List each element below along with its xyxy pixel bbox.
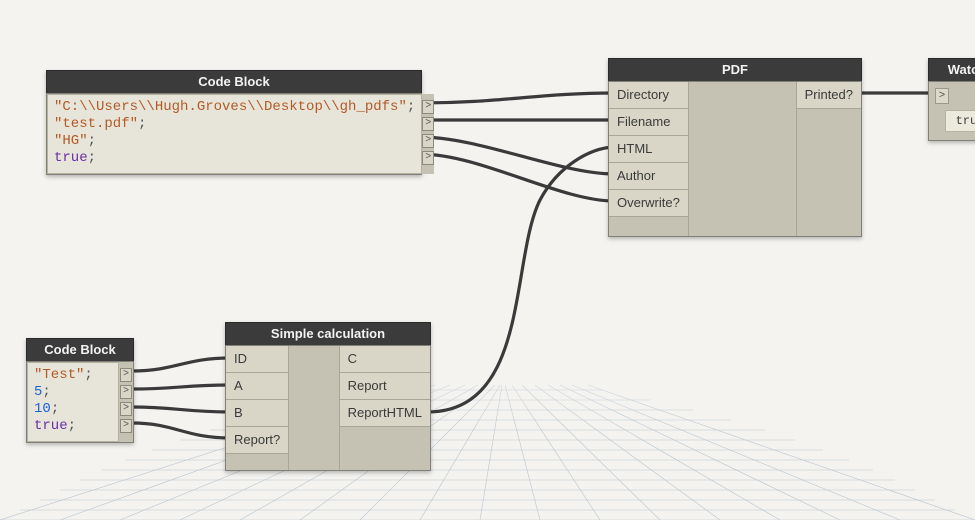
code-area[interactable]: "Test"; 5; 10; true;	[27, 362, 119, 442]
input-port-id[interactable]: ID	[226, 346, 288, 373]
watch-in-port-icon[interactable]: >	[935, 88, 949, 104]
node-title: Simple calculation	[225, 322, 431, 345]
input-port-directory[interactable]: Directory	[609, 82, 688, 109]
watch-value: true	[945, 110, 975, 132]
input-port-overwrite[interactable]: Overwrite?	[609, 190, 688, 217]
node-title: Code Block	[46, 70, 422, 93]
output-port-icon[interactable]: >	[422, 98, 434, 115]
pdf-node[interactable]: PDF DirectoryFilenameHTMLAuthorOverwrite…	[608, 58, 862, 237]
output-port-icon[interactable]: >	[119, 417, 133, 434]
watch-port-row: > >	[935, 88, 975, 104]
codeblock-2[interactable]: Code Block "Test"; 5; 10; true; >>>>	[26, 338, 134, 443]
input-port-author[interactable]: Author	[609, 163, 688, 190]
output-port-column: >>>>	[119, 362, 133, 442]
code-area[interactable]: "C:\\Users\\Hugh.Groves\\Desktop\\gh_pdf…	[47, 94, 422, 174]
watch-node[interactable]: Watch > > true	[928, 58, 975, 141]
node-title: Code Block	[26, 338, 134, 361]
input-port-a[interactable]: A	[226, 373, 288, 400]
output-port-c[interactable]: C	[340, 346, 430, 373]
output-port-printed[interactable]: Printed?	[797, 82, 861, 109]
output-port-reporthtml[interactable]: ReportHTML	[340, 400, 430, 427]
input-port-filename[interactable]: Filename	[609, 109, 688, 136]
ground-plane	[0, 310, 975, 520]
node-title: PDF	[608, 58, 862, 81]
input-port-html[interactable]: HTML	[609, 136, 688, 163]
output-port-icon[interactable]: >	[119, 400, 133, 417]
output-port-icon[interactable]: >	[422, 115, 434, 132]
simple-calculation-node[interactable]: Simple calculation IDABReport? CReportRe…	[225, 322, 431, 471]
node-title: Watch	[928, 58, 975, 81]
codeblock-1[interactable]: Code Block "C:\\Users\\Hugh.Groves\\Desk…	[46, 70, 422, 175]
output-port-icon[interactable]: >	[119, 366, 133, 383]
input-port-b[interactable]: B	[226, 400, 288, 427]
output-port-report[interactable]: Report	[340, 373, 430, 400]
output-port-icon[interactable]: >	[422, 149, 434, 166]
output-port-column: >>>>	[422, 94, 434, 174]
output-port-icon[interactable]: >	[119, 383, 133, 400]
input-port-report[interactable]: Report?	[226, 427, 288, 454]
output-port-icon[interactable]: >	[422, 132, 434, 149]
